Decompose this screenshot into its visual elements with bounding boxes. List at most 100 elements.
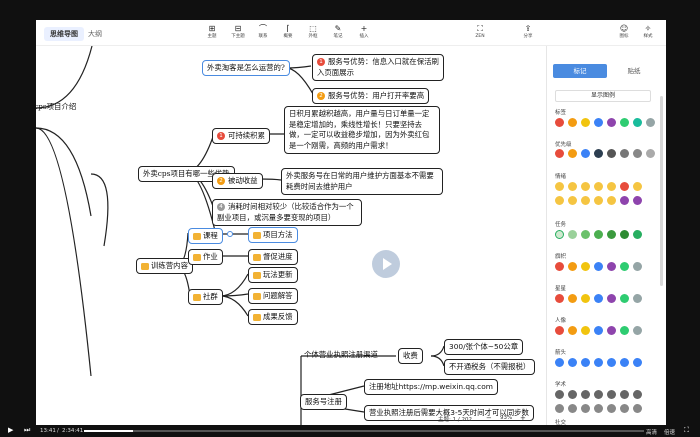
task-75-icon[interactable] xyxy=(594,230,603,239)
pause-icon[interactable] xyxy=(620,390,629,399)
progress-bar[interactable] xyxy=(84,430,644,432)
node-register-address[interactable]: 注册地址https://mp.weixin.qq.com xyxy=(364,379,498,395)
flag-orange-icon[interactable] xyxy=(568,262,577,271)
person-purple-icon[interactable] xyxy=(607,326,616,335)
question-icon[interactable] xyxy=(581,390,590,399)
priority-6-icon[interactable] xyxy=(620,149,629,158)
node-waimai-how[interactable]: 外卖淘客是怎么运营的? xyxy=(202,60,290,76)
tag-color-dot[interactable] xyxy=(620,118,629,127)
surprised-icon[interactable] xyxy=(633,182,642,191)
stop-icon[interactable] xyxy=(633,390,642,399)
node-register-channel[interactable]: 个体营业执照注册渠道 xyxy=(300,348,382,362)
priority-2-icon[interactable] xyxy=(568,149,577,158)
toolbar-icon-button[interactable]: ☺ 图标 xyxy=(612,23,636,40)
toolbar-style-button[interactable]: ✧ 样式 xyxy=(636,23,660,40)
star-green-icon[interactable] xyxy=(620,294,629,303)
tab-outline[interactable]: 大纲 xyxy=(82,27,108,41)
person-blue-icon[interactable] xyxy=(594,326,603,335)
toolbar-boundary-button[interactable]: ⬚ 外框 xyxy=(301,23,325,40)
tag-color-dot[interactable] xyxy=(607,118,616,127)
plus-icon[interactable] xyxy=(555,390,564,399)
arrow-right-icon[interactable] xyxy=(581,358,590,367)
panel-scrollbar[interactable] xyxy=(660,96,663,286)
play-icon[interactable]: ▶ xyxy=(8,426,13,434)
star-purple-icon[interactable] xyxy=(607,294,616,303)
task-done-icon[interactable] xyxy=(620,230,629,239)
node-no-tax[interactable]: 不开通税务（不需报税） xyxy=(444,359,536,375)
tag-color-dot[interactable] xyxy=(646,118,655,127)
node-qa[interactable]: 问题解答 xyxy=(248,288,298,304)
angry-icon[interactable] xyxy=(620,182,629,191)
person-red-icon[interactable] xyxy=(555,326,564,335)
star-red-icon[interactable] xyxy=(555,294,564,303)
node-passive-detail[interactable]: 外卖服务号在日常的用户维护方面基本不需要耗费时间去维护用户 xyxy=(281,168,443,195)
person-orange-icon[interactable] xyxy=(568,326,577,335)
node-training-content[interactable]: 训练营内容 xyxy=(136,258,193,274)
node-course[interactable]: 课程 xyxy=(188,228,223,244)
tag-color-dot[interactable] xyxy=(555,118,564,127)
node-feedback[interactable]: 成果反馈 xyxy=(248,309,298,325)
tag-color-dot[interactable] xyxy=(633,118,642,127)
priority-8-icon[interactable] xyxy=(646,149,655,158)
person-green-icon[interactable] xyxy=(620,326,629,335)
speed-button[interactable]: 倍速 xyxy=(664,428,675,436)
cool-icon[interactable] xyxy=(607,182,616,191)
arrow-down-icon[interactable] xyxy=(607,358,616,367)
priority-4-icon[interactable] xyxy=(594,149,603,158)
priority-1-icon[interactable] xyxy=(555,149,564,158)
wink-icon[interactable] xyxy=(594,182,603,191)
toolbar-theme-button[interactable]: ⊞ 主题 xyxy=(200,23,224,40)
node-accumulate[interactable]: 1 可持续积累 xyxy=(212,128,270,144)
tag-color-dot[interactable] xyxy=(581,118,590,127)
next-icon[interactable]: ⏭ xyxy=(24,426,30,435)
toolbar-relationship-button[interactable]: ⌒ 联系 xyxy=(251,23,275,40)
tab-markers[interactable]: 标记 xyxy=(553,64,607,78)
toolbar-subtopic-button[interactable]: ⊟ 下主题 xyxy=(226,23,250,40)
task-0-icon[interactable] xyxy=(555,230,564,239)
flag-green-icon[interactable] xyxy=(620,262,629,271)
zoom-in-icon[interactable]: + xyxy=(520,414,526,422)
exclamation-icon[interactable] xyxy=(594,390,603,399)
node-project-method[interactable]: 项目方法 xyxy=(248,227,298,243)
minus-icon[interactable] xyxy=(568,390,577,399)
node-accumulate-detail[interactable]: 日积月累越积越高，用户量与日订单量一定是稳定增加的，乘线性增长！只要坚持去做，一… xyxy=(284,106,440,154)
node-advantage-open-rate[interactable]: 2 服务号优势：用户打开率要高 xyxy=(312,88,430,104)
mindmap-canvas[interactable]: cps项目介绍 外卖淘客是怎么运营的? 1 服务号优势：信息入口就在保活刷入页面展… xyxy=(36,46,546,425)
arrow-downright-icon[interactable] xyxy=(594,358,603,367)
toolbar-share-button[interactable]: ⇪ 分享 xyxy=(516,23,540,40)
cry-icon[interactable] xyxy=(568,196,577,205)
person-gray-icon[interactable] xyxy=(633,326,642,335)
toolbar-note-button[interactable]: ✎ 笔记 xyxy=(326,23,350,40)
add-icon[interactable] xyxy=(555,404,564,413)
grin-icon[interactable] xyxy=(581,182,590,191)
priority-5-icon[interactable] xyxy=(607,149,616,158)
quality-button[interactable]: 高清 xyxy=(646,428,657,436)
node-homework[interactable]: 作业 xyxy=(188,249,223,265)
fullscreen-icon[interactable]: ⛶ xyxy=(684,426,689,435)
node-passive-income[interactable]: 2 被动收益 xyxy=(212,173,263,189)
equal-icon[interactable] xyxy=(581,404,590,413)
tab-stickers[interactable]: 贴纸 xyxy=(607,64,661,78)
tongue-icon[interactable] xyxy=(594,196,603,205)
person-yellow-icon[interactable] xyxy=(581,326,590,335)
play-overlay-button[interactable] xyxy=(372,250,400,278)
node-play-update[interactable]: 玩法更新 xyxy=(248,267,298,283)
toolbar-insert-button[interactable]: + 插入 xyxy=(352,23,376,40)
zoom-out-icon[interactable]: − xyxy=(486,414,492,422)
star-orange-icon[interactable] xyxy=(568,294,577,303)
sleepy-icon[interactable] xyxy=(581,196,590,205)
flag-purple-icon[interactable] xyxy=(607,262,616,271)
love-icon[interactable] xyxy=(607,196,616,205)
arrow-up-icon[interactable] xyxy=(555,358,564,367)
star-gray-icon[interactable] xyxy=(633,294,642,303)
task-25-icon[interactable] xyxy=(568,230,577,239)
tag-color-dot[interactable] xyxy=(568,118,577,127)
show-legend-button[interactable]: 显示图例 xyxy=(555,90,651,102)
flag-gray-icon[interactable] xyxy=(633,262,642,271)
subtract-icon[interactable] xyxy=(568,404,577,413)
percent-icon[interactable] xyxy=(620,404,629,413)
toolbar-summary-button[interactable]: ⌈ 概要 xyxy=(276,23,300,40)
flag-yellow-icon[interactable] xyxy=(581,262,590,271)
divide-icon[interactable] xyxy=(607,404,616,413)
sigma-icon[interactable] xyxy=(633,404,642,413)
